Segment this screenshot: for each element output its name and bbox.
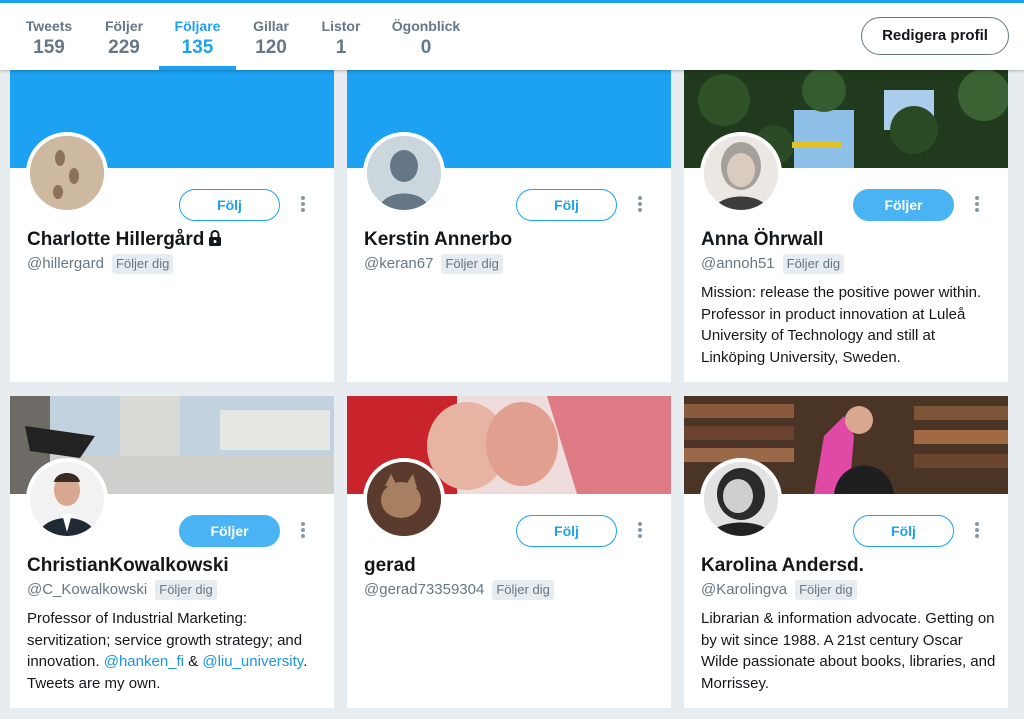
user-handle[interactable]: @gerad73359304 (364, 581, 484, 598)
stat-likes[interactable]: Gillar 120 (243, 3, 299, 70)
stat-label: Ögonblick (391, 18, 461, 34)
stat-value: 229 (108, 37, 140, 58)
user-name[interactable]: Charlotte Hillergård (27, 228, 222, 252)
user-handle-row: @keran67 Följer dig (364, 254, 503, 274)
follow-button[interactable]: Följ (516, 515, 617, 547)
follow-button[interactable]: Följ (179, 189, 280, 221)
user-handle[interactable]: @C_Kowalkowski (27, 581, 147, 598)
avatar[interactable] (363, 132, 445, 214)
more-options-icon[interactable] (970, 194, 984, 216)
stat-value: 1 (335, 37, 347, 58)
default-avatar-icon (367, 136, 441, 210)
follows-you-badge: Följer dig (492, 580, 554, 600)
more-options-icon[interactable] (633, 194, 647, 216)
user-name[interactable]: Karolina Andersd. (701, 554, 864, 578)
avatar-image (367, 462, 441, 536)
user-bio: Professor of Industrial Marketing: servi… (27, 608, 323, 694)
avatar[interactable] (26, 132, 108, 214)
lock-icon (209, 230, 222, 246)
bio-text: & (184, 653, 203, 670)
user-card[interactable]: Följ Charlotte Hillergård @hillergard Föl… (10, 70, 334, 382)
user-card[interactable]: Följer ChristianKowalkowski @C_Kowalkows… (10, 396, 334, 708)
user-name[interactable]: Anna Öhrwall (701, 228, 823, 252)
avatar[interactable] (26, 458, 108, 540)
stat-label: Följer (104, 18, 144, 34)
avatar[interactable] (700, 458, 782, 540)
stat-label: Gillar (253, 18, 289, 34)
more-options-icon[interactable] (633, 520, 647, 542)
more-options-icon[interactable] (296, 520, 310, 542)
stat-lists[interactable]: Listor 1 (313, 3, 369, 70)
follow-button[interactable]: Följ (853, 515, 954, 547)
follows-you-badge: Följer dig (155, 580, 217, 600)
user-card[interactable]: Följ Karolina Andersd. @Karolingva Följer… (684, 396, 1008, 708)
stat-value: 0 (420, 37, 432, 58)
mention-link[interactable]: @liu_university (202, 653, 303, 670)
stat-value: 120 (255, 37, 287, 58)
following-button[interactable]: Följer (179, 515, 280, 547)
more-options-icon[interactable] (970, 520, 984, 542)
user-handle[interactable]: @hillergard (27, 255, 104, 272)
user-handle[interactable]: @Karolingva (701, 581, 787, 598)
avatar[interactable] (363, 458, 445, 540)
stat-label: Listor (321, 18, 361, 34)
user-bio: Librarian & information advocate. Gettin… (701, 610, 996, 692)
more-options-icon[interactable] (296, 194, 310, 216)
stat-value: 135 (181, 37, 214, 58)
follows-you-badge: Följer dig (111, 254, 174, 274)
user-handle[interactable]: @annoh51 (701, 255, 775, 272)
mention-link[interactable]: @hanken_fi (104, 653, 184, 670)
user-handle-row: @C_Kowalkowski Följer dig (27, 580, 217, 600)
stat-moments[interactable]: Ögonblick 0 (388, 3, 464, 70)
avatar-image (30, 462, 104, 536)
stat-label: Följare (174, 18, 221, 34)
user-name[interactable]: Kerstin Annerbo (364, 228, 512, 252)
user-name-text: Charlotte Hillergård (27, 229, 205, 250)
avatar-image (30, 136, 104, 210)
user-bio: Mission: release the positive power with… (701, 284, 982, 366)
edit-profile-button[interactable]: Redigera profil (861, 17, 1009, 55)
following-button[interactable]: Följer (853, 189, 954, 221)
stat-following[interactable]: Följer 229 (96, 3, 152, 70)
avatar[interactable] (700, 132, 782, 214)
stat-tweets[interactable]: Tweets 159 (18, 3, 80, 70)
user-card[interactable]: Följ Kerstin Annerbo @keran67 Följer dig (347, 70, 671, 382)
user-card[interactable]: Följ gerad @gerad73359304 Följer dig (347, 396, 671, 708)
avatar-image (704, 136, 778, 210)
user-handle-row: @Karolingva Följer dig (701, 580, 857, 600)
follows-you-badge: Följer dig (441, 254, 503, 274)
avatar-image (704, 462, 778, 536)
stat-label: Tweets (25, 18, 73, 34)
stat-value: 159 (33, 37, 65, 58)
follows-you-badge: Följer dig (795, 580, 857, 600)
stat-followers[interactable]: Följare 135 (159, 3, 236, 70)
user-name[interactable]: gerad (364, 554, 416, 578)
user-handle[interactable]: @keran67 (364, 255, 433, 272)
user-card[interactable]: Följer Anna Öhrwall @annoh51 Följer dig M… (684, 70, 1008, 382)
user-name[interactable]: ChristianKowalkowski (27, 554, 229, 578)
user-handle-row: @annoh51 Följer dig (701, 254, 845, 274)
follows-you-badge: Följer dig (782, 254, 845, 274)
profile-nav-stats: Tweets 159 Följer 229 Följare 135 Gillar… (0, 3, 1024, 70)
user-handle-row: @hillergard Följer dig (27, 254, 174, 274)
user-handle-row: @gerad73359304 Följer dig (364, 580, 554, 600)
follow-button[interactable]: Följ (516, 189, 617, 221)
